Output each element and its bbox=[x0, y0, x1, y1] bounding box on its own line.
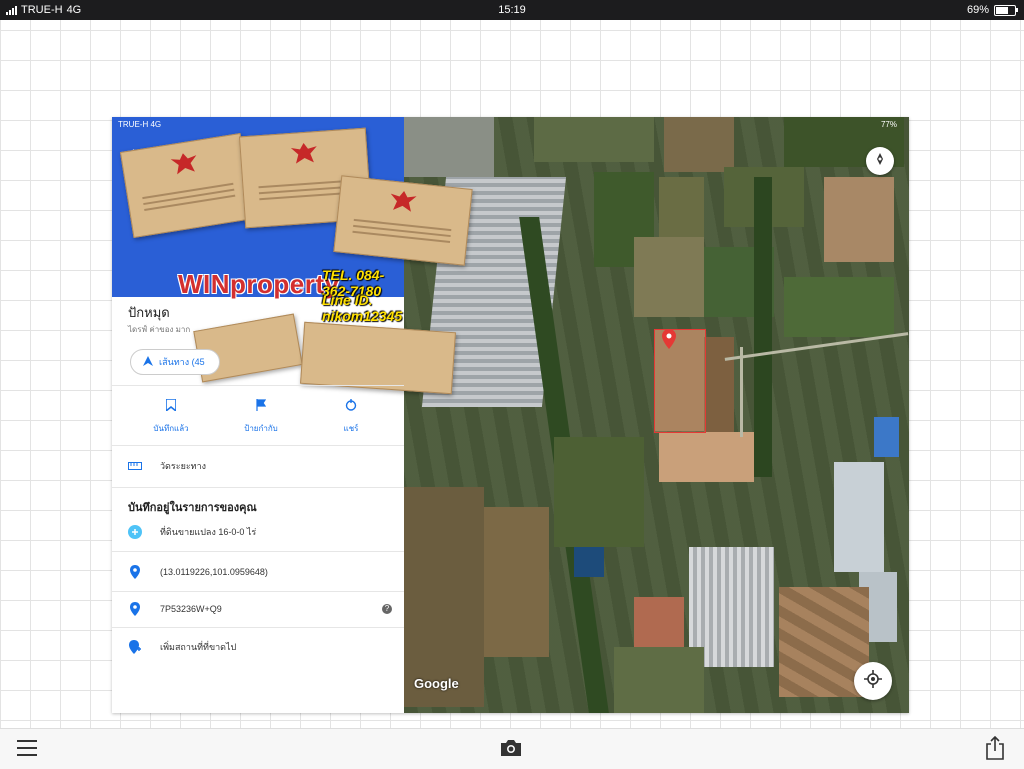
google-logo: Google bbox=[414, 676, 459, 691]
plus-code-row[interactable]: 7P53236W+Q9 bbox=[128, 602, 222, 616]
ruler-icon bbox=[128, 462, 142, 470]
title-deed-document bbox=[119, 132, 255, 239]
help-icon[interactable]: ? bbox=[382, 604, 392, 614]
compass-icon bbox=[873, 152, 887, 171]
battery-icon bbox=[994, 4, 1018, 16]
place-subtitle: ไดรฟ์ ค่าของ มาก bbox=[128, 325, 191, 334]
plus-code-text: 7P53236W+Q9 bbox=[160, 604, 222, 614]
add-place-row[interactable]: เพิ่มสถานที่ที่ขาดไป bbox=[128, 640, 236, 654]
inner-battery-label: 77% bbox=[880, 120, 897, 129]
title-deed-document bbox=[333, 175, 473, 266]
bookmark-icon bbox=[158, 392, 184, 418]
garuda-emblem-icon bbox=[290, 143, 317, 164]
saved-list-title: บันทึกอยู่ในรายการของคุณ bbox=[128, 502, 257, 514]
divider bbox=[112, 591, 404, 592]
action-label: ป้ายกำกับ bbox=[244, 424, 278, 433]
watermark-brand: WINproperty bbox=[178, 269, 340, 299]
note-icon bbox=[128, 525, 142, 539]
status-time: 15:19 bbox=[498, 4, 526, 16]
divider bbox=[112, 487, 404, 488]
my-location-button[interactable] bbox=[854, 662, 892, 700]
place-title: ปักหมุด bbox=[128, 305, 170, 320]
directions-button[interactable]: เส้นทาง (45 bbox=[130, 349, 220, 375]
divider bbox=[112, 385, 404, 386]
locate-icon bbox=[864, 669, 882, 693]
status-right: 69% bbox=[966, 4, 1018, 16]
garuda-emblem-icon bbox=[170, 153, 197, 175]
note-row[interactable]: ที่ดินขายแปลง 16-0-0 ไร่ bbox=[128, 525, 256, 539]
share-icon[interactable] bbox=[985, 735, 1005, 765]
note-text: ที่ดินขายแปลง 16-0-0 ไร่ bbox=[160, 527, 257, 537]
battery-percent: 69% bbox=[966, 4, 989, 16]
flag-icon bbox=[248, 392, 274, 418]
place-panel: TRUE-H 4G ✕ WINproperty TEL. 084-362-71 bbox=[112, 117, 473, 713]
title-deed-collage bbox=[112, 117, 492, 395]
divider bbox=[112, 627, 404, 628]
menu-icon[interactable] bbox=[17, 740, 37, 756]
saved-action-button[interactable]: บันทึกแล้ว bbox=[136, 392, 206, 435]
category-row[interactable]: วัดระยะทาง bbox=[128, 459, 206, 473]
watermark-line-id: Line ID. nikom12345 bbox=[322, 292, 403, 324]
add-place-text: เพิ่มสถานที่ที่ขาดไป bbox=[160, 642, 237, 652]
coordinates-text: (13.0119226,101.0959648) bbox=[160, 567, 268, 577]
directions-label: เส้นทาง (45 bbox=[159, 357, 205, 367]
label-action-button[interactable]: ป้ายกำกับ bbox=[226, 392, 296, 435]
map-pin-icon bbox=[662, 329, 676, 354]
add-place-icon bbox=[128, 640, 142, 654]
listing-photo: 77% Google TRUE-H 4G ✕ bbox=[112, 117, 909, 713]
coordinates-row[interactable]: (13.0119226,101.0959648) bbox=[128, 565, 268, 579]
navigation-arrow-icon bbox=[143, 356, 153, 368]
category-label: วัดระยะทาง bbox=[160, 461, 207, 471]
action-label: แชร์ bbox=[343, 424, 359, 433]
action-label: บันทึกแล้ว bbox=[153, 424, 189, 433]
action-row: บันทึกแล้ว ป้ายกำกับ แชร์ bbox=[136, 392, 386, 435]
camera-icon[interactable] bbox=[499, 739, 523, 762]
share-icon bbox=[338, 392, 364, 418]
status-bar: TRUE-H 4G 15:19 69% bbox=[0, 0, 1024, 20]
plus-code-icon bbox=[128, 602, 142, 616]
divider bbox=[112, 445, 404, 446]
bottom-toolbar bbox=[0, 728, 1024, 769]
share-action-button[interactable]: แชร์ bbox=[316, 392, 386, 435]
garuda-emblem-icon bbox=[390, 190, 417, 212]
location-pin-icon bbox=[128, 565, 142, 579]
divider bbox=[112, 551, 404, 552]
compass-button[interactable] bbox=[866, 147, 894, 175]
title-deed-document bbox=[300, 321, 456, 395]
